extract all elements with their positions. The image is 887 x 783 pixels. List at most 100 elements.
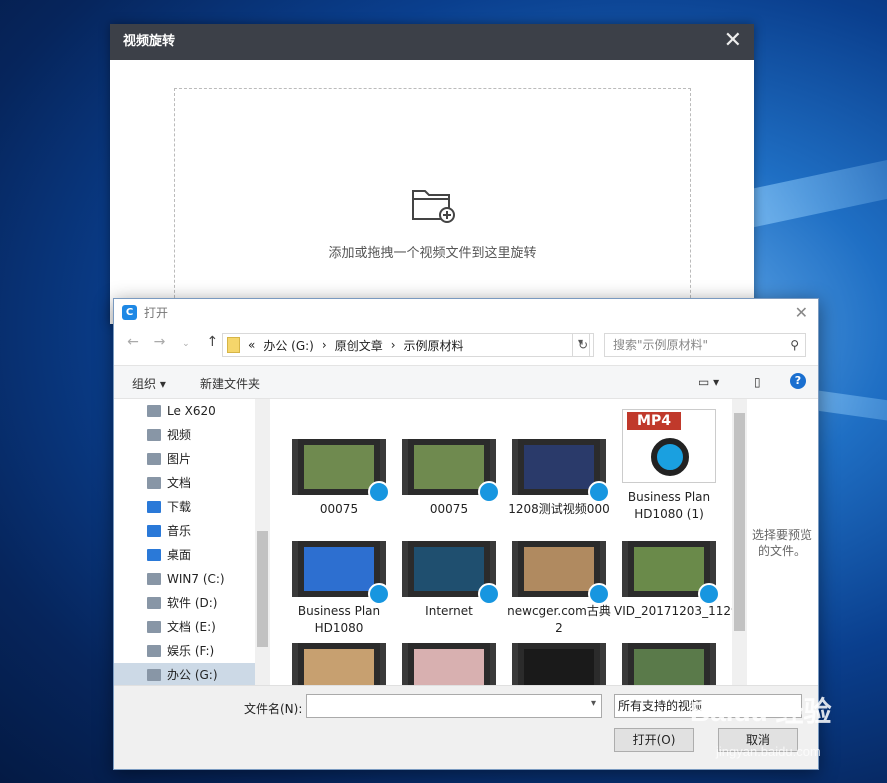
file-name: Internet <box>425 604 473 618</box>
sidebar-item[interactable]: 下载 <box>114 495 270 519</box>
filename-field[interactable]: ▾ <box>306 694 602 718</box>
video-thumbnail <box>512 541 610 605</box>
new-folder-button[interactable]: 新建文件夹 <box>200 375 260 392</box>
file-tile[interactable] <box>284 643 394 689</box>
video-thumbnail <box>622 541 720 605</box>
file-tile[interactable]: 00075 <box>394 439 504 518</box>
sidebar-item[interactable]: 桌面 <box>114 543 270 567</box>
sidebar-item[interactable]: 文档 (E:) <box>114 615 270 639</box>
drive-icon <box>147 645 161 657</box>
dialog-close-icon[interactable]: ✕ <box>795 299 808 327</box>
file-tile[interactable] <box>504 643 614 689</box>
path-segment[interactable]: 原创文章 <box>335 337 383 354</box>
sidebar-item[interactable]: 软件 (D:) <box>114 591 270 615</box>
drive-icon <box>147 405 161 417</box>
organize-button[interactable]: 组织 ▾ <box>132 375 166 392</box>
sidebar-label: 图片 <box>167 452 192 466</box>
thumbnail-image <box>634 547 704 591</box>
sidebar-item[interactable]: 视频 <box>114 423 270 447</box>
drop-zone[interactable]: 添加或拖拽一个视频文件到这里旋转 <box>174 88 691 308</box>
refresh-icon[interactable]: ↻ <box>572 333 594 357</box>
filename-label: 文件名(N): <box>244 702 303 716</box>
search-input[interactable]: 搜索"示例原材料" ⚲ <box>604 333 806 357</box>
path-chevrons[interactable]: « <box>248 338 255 352</box>
sidebar-item[interactable]: 图片 <box>114 447 270 471</box>
file-tile[interactable]: VID_20171203_112913 <box>614 541 734 620</box>
path-segment[interactable]: 示例原材料 <box>404 337 464 354</box>
sidebar-item[interactable]: Le X620 <box>114 399 270 423</box>
sidebar-label: 下载 <box>167 500 192 514</box>
file-tile[interactable]: Internet <box>394 541 504 620</box>
watermark-brand: Baidu 经验 <box>690 696 832 727</box>
video-badge-icon <box>698 583 720 605</box>
files-scrollbar[interactable] <box>732 399 747 689</box>
sidebar-scrollbar[interactable] <box>255 399 270 689</box>
close-icon[interactable]: ✕ <box>724 30 742 52</box>
document-icon <box>147 477 161 489</box>
forward-arrow-icon[interactable]: → <box>148 334 170 350</box>
recent-caret-icon[interactable]: ⌄ <box>175 339 197 349</box>
sidebar-label: 桌面 <box>167 548 192 562</box>
path-separator: › <box>390 338 396 352</box>
sidebar-label: 娱乐 (F:) <box>167 644 215 658</box>
video-badge-icon <box>368 583 390 605</box>
file-name: VID_20171203_112913 <box>614 604 734 618</box>
path-segment[interactable]: 办公 (G:) <box>263 337 314 354</box>
thumbnail-image <box>414 649 484 689</box>
scroll-thumb[interactable] <box>257 531 268 647</box>
drive-icon <box>147 573 161 585</box>
address-bar[interactable]: « 办公 (G:) › 原创文章 › 示例原材料 ▾ <box>222 333 590 357</box>
sidebar-item[interactable]: 文档 <box>114 471 270 495</box>
file-grid: 00075 00075 1208测试视频000 MP4 Business Plan HD… <box>284 399 734 689</box>
file-tile[interactable]: newcger.com古典2 <box>504 541 614 637</box>
file-name: Business Plan HD1080 (1) <box>627 490 711 521</box>
sidebar-item[interactable]: WIN7 (C:) <box>114 567 270 591</box>
preview-pane-icon[interactable]: ▯ <box>754 375 761 389</box>
drive-icon <box>147 669 161 681</box>
back-arrow-icon[interactable]: ← <box>122 334 144 350</box>
dialog-title: 打开 <box>144 306 169 320</box>
picture-icon <box>147 453 161 465</box>
video-badge-icon <box>478 481 500 503</box>
sidebar-label: 视频 <box>167 428 192 442</box>
rotate-titlebar: 视频旋转 ✕ <box>110 24 754 60</box>
video-icon <box>147 429 161 441</box>
help-icon[interactable]: ? <box>790 373 806 389</box>
file-tile[interactable] <box>394 643 504 689</box>
view-icon[interactable]: ▭ ▾ <box>698 375 719 389</box>
watermark-url: jingyan.baidu.com <box>716 744 821 759</box>
file-tile[interactable] <box>614 643 724 689</box>
video-thumbnail <box>512 643 610 689</box>
thumbnail-image <box>304 547 374 591</box>
sidebar-item[interactable]: 音乐 <box>114 519 270 543</box>
thumbnail-image <box>524 445 594 489</box>
file-name: 00075 <box>319 502 359 516</box>
nav-buttons: ← → ⌄ ↑ <box>122 334 223 350</box>
thumbnail-image <box>304 445 374 489</box>
thumbnail-image <box>304 649 374 689</box>
search-placeholder: 搜索"示例原材料" <box>613 338 709 352</box>
up-arrow-icon[interactable]: ↑ <box>201 334 223 350</box>
sidebar-item[interactable]: 办公 (G:) <box>114 663 270 687</box>
mp4-label: MP4 <box>627 412 681 430</box>
open-button[interactable]: 打开(O) <box>614 728 694 752</box>
folder-icon <box>227 337 240 353</box>
sidebar-item[interactable]: 娱乐 (F:) <box>114 639 270 663</box>
file-name: newcger.com古典2 <box>507 604 611 635</box>
thumbnail-image <box>634 649 704 689</box>
video-thumbnail <box>512 439 610 503</box>
video-badge-icon <box>368 481 390 503</box>
video-thumbnail <box>292 541 390 605</box>
sidebar-label: 办公 (G:) <box>167 668 218 682</box>
file-tile[interactable]: 00075 <box>284 439 394 518</box>
file-tile[interactable]: 1208测试视频000 <box>504 439 614 518</box>
scroll-thumb[interactable] <box>734 413 745 631</box>
thumbnail-image <box>524 649 594 689</box>
dialog-toolbar: 组织 ▾ 新建文件夹 ▭ ▾ ▯ ? <box>114 365 818 399</box>
file-tile[interactable]: MP4 Business Plan HD1080 (1) <box>614 409 724 523</box>
rotate-title: 视频旋转 <box>123 34 176 49</box>
file-tile[interactable]: Business Plan HD1080 <box>284 541 394 637</box>
folder-add-icon <box>411 190 455 223</box>
video-thumbnail: MP4 <box>622 409 716 483</box>
chevron-down-icon[interactable]: ▾ <box>591 698 596 709</box>
